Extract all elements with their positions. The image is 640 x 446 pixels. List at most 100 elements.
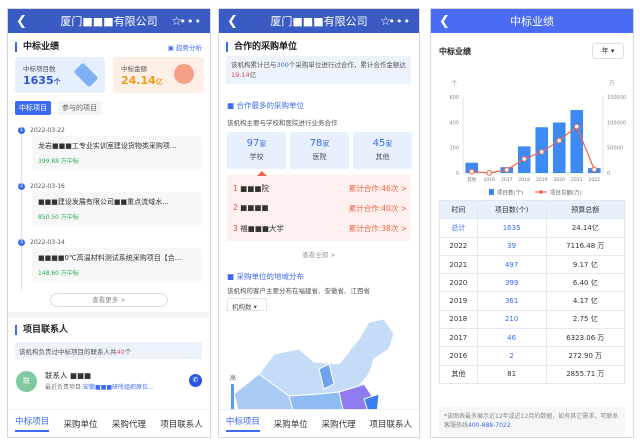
purchaser-name: 福■■■大学	[240, 224, 284, 233]
count-cell: 81	[476, 364, 547, 384]
more-icon[interactable]: •••	[389, 15, 411, 28]
info-text: 个采购单位进行过合作，累计合作金额达	[288, 61, 406, 69]
hotline-link[interactable]: 400-888-7022	[468, 422, 511, 429]
page-title: 中标业绩	[510, 15, 554, 28]
timeline-line	[21, 131, 22, 291]
table-row: 2018 210 2.75 亿	[439, 309, 626, 330]
project-item[interactable]: 龙岩■■■工专业实训室建设货物类采购项... 399.88 万中标	[32, 136, 202, 170]
x-tick-label: 2020	[554, 177, 566, 183]
ranking-item[interactable]: 3 福■■■大学 累计合作:38次 >	[233, 223, 407, 234]
budget-cell: 2.75 亿	[545, 309, 626, 330]
left-tick-label: 600	[449, 95, 459, 101]
time-cell: 2017	[439, 328, 478, 348]
count-cell[interactable]: 210	[476, 309, 547, 330]
category-label: 其他	[375, 153, 390, 161]
more-icon[interactable]: •••	[180, 15, 202, 28]
header: ❮ 厦门■■■有限公司 ☆ •••	[8, 9, 210, 33]
tab-agencies[interactable]: 采购代理	[112, 418, 146, 430]
header: ❮ 中标业绩	[431, 9, 633, 33]
view-more-button[interactable]: 查看更多 >	[50, 293, 168, 307]
time-cell: 2016	[439, 346, 478, 366]
table-row: 2021 497 9.17 亿	[439, 254, 626, 275]
count-cell[interactable]: 399	[476, 273, 547, 293]
tab-contacts[interactable]: 项目联系人	[370, 418, 413, 430]
table-row: 2017 46 6323.06 万	[439, 328, 626, 348]
chevron-down-icon: ▾	[610, 47, 615, 55]
category-card[interactable]: 45家 其他	[353, 132, 412, 169]
table-row: 其他 81 2855.71 万	[439, 364, 626, 384]
tab-contacts[interactable]: 项目联系人	[160, 418, 203, 430]
coin-icon	[174, 64, 194, 84]
performance-chart: 个 万 0 200 400 600 0 50000 100000 150000 其他 2016 2017…	[449, 80, 626, 197]
trend-label: 趋势分析	[176, 44, 202, 52]
view-all-link[interactable]: 查看全部 >	[219, 249, 419, 259]
table-row: 2019 361 4.17 亿	[439, 291, 626, 311]
project-item[interactable]: ■■■■0℃高温材料测试系统采购项目【合... 148.60 万中标	[32, 248, 202, 282]
avatar: 联	[16, 371, 37, 392]
tab-purchasers[interactable]: 采购单位	[274, 418, 308, 430]
time-cell: 2019	[439, 291, 478, 311]
count-cell[interactable]: 1635	[476, 218, 547, 238]
legend-line-dot	[539, 190, 543, 194]
budget-cell: 6.40 亿	[545, 273, 626, 293]
budget-cell: 6323.06 万	[545, 328, 626, 348]
line-point	[503, 166, 510, 173]
category-card[interactable]: 78家 医院	[290, 132, 349, 169]
right-tick-label: 100000	[607, 120, 626, 126]
trend-analysis-link[interactable]: ▣ 趋势分析	[168, 42, 202, 52]
budget-cell: 2855.71 万	[545, 364, 626, 384]
count-cell[interactable]: 46	[476, 328, 547, 348]
project-title: 龙岩■■■工专业实训室建设货物类采购项...	[38, 142, 177, 150]
project-date: 2022-03-16	[30, 183, 65, 190]
right-tick-label: 150000	[607, 95, 626, 101]
period-select[interactable]: 年 ▾	[592, 43, 624, 59]
time-cell[interactable]: 总计	[439, 218, 478, 238]
category-card[interactable]: 97家 学校	[227, 132, 286, 169]
count-cell[interactable]: 361	[476, 291, 547, 311]
layers-icon	[73, 62, 99, 88]
ranking-item[interactable]: 1 ■■■院 累计合作:46次 >	[233, 183, 407, 194]
metric-select[interactable]: 机构数 ▾	[227, 298, 267, 311]
column-header: 预算总额	[545, 199, 626, 220]
count-cell[interactable]: 497	[476, 254, 547, 275]
info-text: 该机构负责过中标项目的联系人共	[19, 348, 117, 356]
right-tick-label: 50000	[607, 146, 623, 152]
budget-cell: 9.17 亿	[545, 254, 626, 275]
cooperation-count: 累计合作:46次 >	[348, 184, 407, 193]
divider	[8, 312, 210, 318]
line-point	[521, 156, 528, 162]
right-unit-label: 万	[609, 80, 615, 87]
phone-call-icon[interactable]: ✆	[189, 374, 202, 387]
x-tick-label: 2019	[536, 177, 548, 183]
tab-won-projects[interactable]: 中标项目	[15, 101, 51, 115]
tab-participated-projects[interactable]: 参与的项目	[58, 101, 101, 115]
time-cell: 2021	[439, 254, 478, 275]
project-item[interactable]: ■■■建设发展有限公司■■重点流域水... 850.50 万中标	[32, 192, 202, 226]
tab-won-projects[interactable]: 中标项目	[225, 415, 260, 432]
tab-agencies[interactable]: 采购代理	[322, 418, 356, 430]
left-tick-label: 400	[449, 120, 459, 126]
tab-purchasers[interactable]: 采购单位	[64, 418, 98, 430]
ranking-item[interactable]: 2 ■■■■ 累计合作:40次 >	[233, 203, 407, 214]
line-point	[573, 123, 580, 130]
project-amount: 399.88 万中标	[38, 158, 79, 165]
count-cell[interactable]: 2	[476, 346, 547, 366]
count-cell[interactable]: 39	[476, 236, 547, 256]
info-text: 亿	[249, 71, 257, 79]
line-point	[468, 168, 475, 175]
category-label: 学校	[249, 153, 264, 161]
contacts-title: 项目联系人	[15, 325, 68, 335]
info-text: 该机构累计已与	[231, 61, 277, 69]
contact-name[interactable]: 联系人 ■■■	[45, 370, 91, 381]
category-count: 78	[309, 138, 323, 149]
category-count: 97	[246, 138, 260, 149]
title-text: 采购单位的地域分布	[236, 272, 304, 281]
total-amount: 19.14	[231, 71, 250, 79]
budget-cell: 24.14亿	[545, 218, 626, 238]
budget-cell: 272.90 万	[545, 346, 626, 366]
tab-won-projects[interactable]: 中标项目	[15, 415, 50, 432]
phone-bid-performance: ❮ 厦门■■■有限公司 ☆ ••• 中标业绩 ▣ 趋势分析 中标项目数 1635…	[7, 8, 211, 438]
recent-project-link[interactable]: 安徽■■■研所组织原位...	[83, 384, 154, 391]
index-badge: 1	[18, 127, 25, 134]
project-amount: 148.60 万中标	[38, 270, 79, 277]
